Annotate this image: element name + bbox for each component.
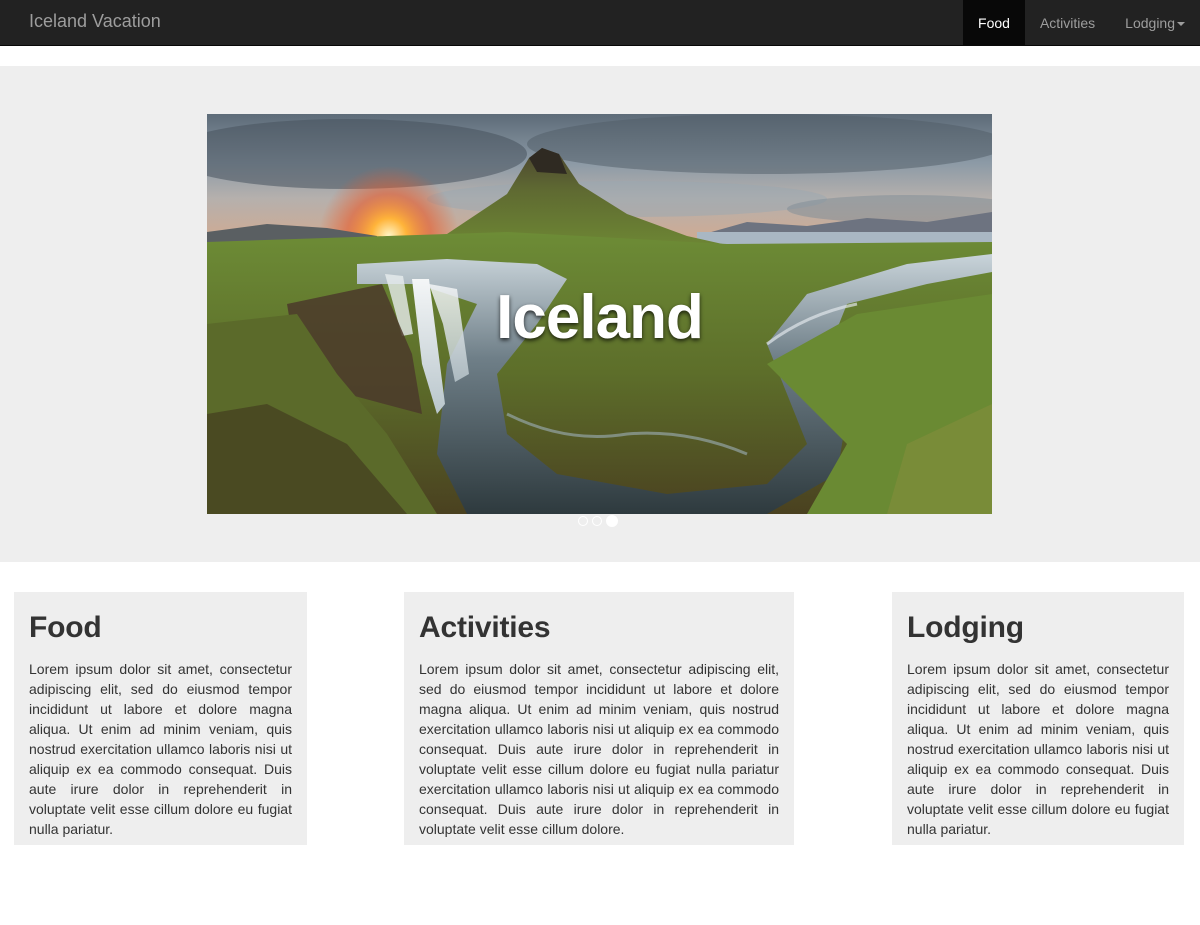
activities-panel-title: Activities [419,611,551,644]
activities-panel-text: Lorem ipsum dolor sit amet, consectetur … [419,661,779,837]
brand-link[interactable]: Iceland Vacation [29,11,161,32]
hero-jumbotron: Iceland [0,66,1200,562]
carousel-caption: Iceland [496,283,704,352]
image-carousel[interactable]: Iceland [207,114,992,514]
nav-item-food[interactable]: Food [963,0,1025,46]
nav-item-activities-label: Activities [1039,15,1096,31]
lodging-panel-text: Lorem ipsum dolor sit amet, consectetur … [907,661,1169,837]
nav-menu: Food Activities Lodging [963,0,1200,46]
nav-item-activities[interactable]: Activities [1025,0,1110,46]
nav-item-lodging-dropdown[interactable]: Lodging [1110,0,1200,46]
nav-item-lodging-label: Lodging [1125,15,1175,31]
nav-item-food-label: Food [978,15,1010,31]
food-panel-title: Food [29,611,102,644]
lodging-panel: Lodging Lorem ipsum dolor sit amet, cons… [892,592,1184,845]
carousel-indicator-2[interactable] [592,516,602,526]
activities-panel: Activities Lorem ipsum dolor sit amet, c… [404,592,794,845]
lodging-panel-title: Lodging [907,611,1024,644]
top-navbar: Iceland Vacation Food Activities Lodging [0,0,1200,46]
carousel-indicator-3[interactable] [606,515,618,527]
carousel-indicator-1[interactable] [578,516,588,526]
caret-down-icon [1177,21,1185,26]
carousel-indicators [578,515,618,527]
food-panel-text: Lorem ipsum dolor sit amet, consectetur … [29,661,292,837]
food-panel: Food Lorem ipsum dolor sit amet, consect… [14,592,307,845]
